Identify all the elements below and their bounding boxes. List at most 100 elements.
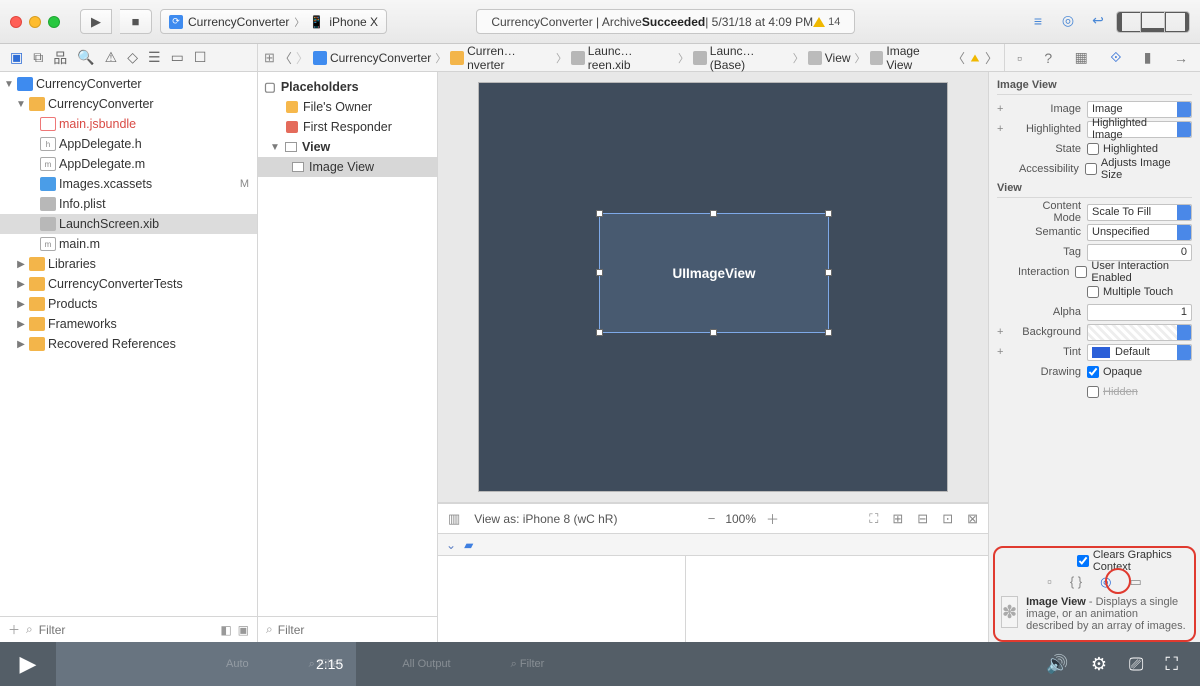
embed-in-icon[interactable]: ⛶ xyxy=(869,511,878,527)
navigator-filter-input[interactable] xyxy=(39,623,215,637)
attributes-inspector-icon[interactable]: ⟐ xyxy=(1110,49,1121,66)
issue-navigator-icon[interactable]: ⚠ xyxy=(105,49,118,66)
symbol-navigator-icon[interactable]: 品 xyxy=(53,48,67,68)
quick-help-icon[interactable]: ? xyxy=(1044,50,1052,66)
jb-seg-1[interactable]: Curren…nverter xyxy=(467,44,552,72)
background-color-well[interactable] xyxy=(1087,324,1192,341)
jb-seg-0[interactable]: CurrencyConverter xyxy=(330,51,431,65)
zoom-in-button[interactable]: ＋ xyxy=(766,509,779,528)
chk-opaque[interactable]: Opaque xyxy=(1087,366,1142,378)
ib-canvas[interactable]: UIImageView xyxy=(438,72,988,503)
source-control-navigator-icon[interactable]: ⧉ xyxy=(33,49,43,66)
forward-button[interactable]: 〉 xyxy=(296,48,309,67)
tree-group-row[interactable]: ▼CurrencyConverter xyxy=(0,94,257,114)
prev-issue-button[interactable]: 〈 xyxy=(952,48,965,67)
tree-file-appdel-m[interactable]: mAppDelegate.m xyxy=(0,154,257,174)
size-inspector-icon[interactable]: ▮ xyxy=(1144,49,1152,66)
resolve-issues-icon[interactable]: ⊡ xyxy=(942,511,953,527)
jb-seg-4[interactable]: View xyxy=(825,51,851,65)
selected-uiimageview[interactable]: UIImageView xyxy=(599,213,829,333)
run-button[interactable]: ▶ xyxy=(80,9,112,34)
next-issue-button[interactable]: 〉 xyxy=(985,48,998,67)
highlighted-combo[interactable]: Highlighted Image xyxy=(1087,121,1192,138)
tree-file-launchscreen[interactable]: LaunchScreen.xib xyxy=(0,214,257,234)
debug-disclosure-icon[interactable]: ⌄ xyxy=(446,538,456,552)
video-play-button[interactable]: ▶ xyxy=(0,651,56,677)
file-inspector-icon[interactable]: ▫ xyxy=(1017,50,1022,66)
pip-icon[interactable]: ⎚ xyxy=(1129,654,1143,675)
close-window[interactable] xyxy=(10,16,22,28)
related-items-icon[interactable]: ⊞ xyxy=(264,50,275,66)
back-button[interactable]: 〈 xyxy=(279,48,292,67)
tree-folder-products[interactable]: ▶Products xyxy=(0,294,257,314)
connections-inspector-icon[interactable]: → xyxy=(1174,50,1188,66)
breakpoint-navigator-icon[interactable]: ▭ xyxy=(171,49,184,66)
toggle-debug-area[interactable] xyxy=(1141,12,1165,32)
editor-assistant-icon[interactable]: ◎ xyxy=(1056,11,1080,31)
test-navigator-icon[interactable]: ◇ xyxy=(127,49,138,66)
report-navigator-icon[interactable]: ☐ xyxy=(194,49,207,66)
chk-multiple-touch[interactable]: Multiple Touch xyxy=(1087,286,1173,298)
tree-file-appdel-h[interactable]: hAppDelegate.h xyxy=(0,134,257,154)
media-library-icon[interactable]: ▭ xyxy=(1129,574,1141,590)
alpha-field[interactable]: 1 xyxy=(1087,304,1192,321)
fullscreen-icon[interactable]: ⛶ xyxy=(1165,654,1178,675)
jb-seg-3[interactable]: Launc…(Base) xyxy=(710,44,789,72)
minimize-window[interactable] xyxy=(29,16,41,28)
file-template-library-icon[interactable]: ▫ xyxy=(1047,574,1052,590)
toggle-utilities[interactable] xyxy=(1165,12,1189,32)
debug-navigator-icon[interactable]: ☰ xyxy=(148,49,161,66)
chk-adjusts-image[interactable]: Adjusts Image Size xyxy=(1085,157,1192,181)
tree-file-jsbundle[interactable]: main.jsbundle xyxy=(0,114,257,134)
tree-folder-libraries[interactable]: ▶Libraries xyxy=(0,254,257,274)
outline-filter-input[interactable] xyxy=(278,623,433,637)
editor-version-icon[interactable]: ↩ xyxy=(1086,11,1110,31)
code-snippet-library-icon[interactable]: { } xyxy=(1070,574,1082,590)
tag-field[interactable]: 0 xyxy=(1087,244,1192,261)
chk-user-interaction[interactable]: User Interaction Enabled xyxy=(1075,260,1192,284)
tree-file-plist[interactable]: Info.plist xyxy=(0,194,257,214)
resize-handle[interactable] xyxy=(596,210,603,217)
tree-folder-recovered[interactable]: ▶Recovered References xyxy=(0,334,257,354)
zoom-window[interactable] xyxy=(48,16,60,28)
resize-handle[interactable] xyxy=(596,269,603,276)
tree-project-row[interactable]: ▼CurrencyConverter xyxy=(0,74,257,94)
outline-files-owner[interactable]: File's Owner xyxy=(258,97,437,117)
settings-icon[interactable]: ⚙ xyxy=(1091,654,1107,675)
pin-icon[interactable]: ⊟ xyxy=(917,511,928,527)
jb-seg-5[interactable]: Image View xyxy=(886,44,948,72)
video-progress-track[interactable]: 2:15 Auto ⌕ Filter All Output ⌕ Filter xyxy=(56,642,1024,686)
resize-handle[interactable] xyxy=(596,329,603,336)
breakpoint-flag-icon[interactable]: ▰ xyxy=(464,538,473,552)
warnings-badge[interactable]: 14 xyxy=(813,16,840,28)
view-as-label[interactable]: View as: iPhone 8 (wC hR) xyxy=(474,512,617,526)
zoom-out-button[interactable]: − xyxy=(708,511,716,526)
scm-filter-icon[interactable]: ▣ xyxy=(238,623,249,637)
editor-standard-icon[interactable]: ≡ xyxy=(1026,11,1050,31)
volume-icon[interactable]: 🔊 xyxy=(1046,654,1068,675)
jump-bar[interactable]: ⊞ 〈 〉 CurrencyConverter 〉 Curren…nverter… xyxy=(258,44,1005,71)
recent-filter-icon[interactable]: ◧ xyxy=(220,623,231,637)
identity-inspector-icon[interactable]: ▦ xyxy=(1075,49,1088,66)
find-navigator-icon[interactable]: 🔍 xyxy=(77,49,94,66)
stop-button[interactable]: ■ xyxy=(120,9,152,34)
outline-first-responder[interactable]: First Responder xyxy=(258,117,437,137)
toggle-navigator[interactable] xyxy=(1117,12,1141,32)
outline-view-row[interactable]: ▼View xyxy=(258,137,437,157)
image-combo[interactable]: Image xyxy=(1087,101,1192,118)
tint-combo[interactable]: Default xyxy=(1087,344,1192,361)
content-mode-combo[interactable]: Scale To Fill xyxy=(1087,204,1192,221)
tree-file-xcassets[interactable]: Images.xcassetsM xyxy=(0,174,257,194)
resize-handle[interactable] xyxy=(710,329,717,336)
scheme-selector[interactable]: ⟳ CurrencyConverter 〉 📱 iPhone X xyxy=(160,9,387,34)
resize-handle[interactable] xyxy=(825,329,832,336)
tree-folder-frameworks[interactable]: ▶Frameworks xyxy=(0,314,257,334)
resize-handle[interactable] xyxy=(825,269,832,276)
chk-hidden[interactable]: Hidden xyxy=(1087,386,1138,398)
project-navigator-icon[interactable]: ▣ xyxy=(10,49,23,66)
jb-seg-2[interactable]: Launc…reen.xib xyxy=(588,44,674,72)
outline-image-view-row[interactable]: Image View xyxy=(258,157,437,177)
tree-folder-tests[interactable]: ▶CurrencyConverterTests xyxy=(0,274,257,294)
add-file-icon[interactable]: ＋ xyxy=(8,621,20,638)
resize-handle[interactable] xyxy=(710,210,717,217)
